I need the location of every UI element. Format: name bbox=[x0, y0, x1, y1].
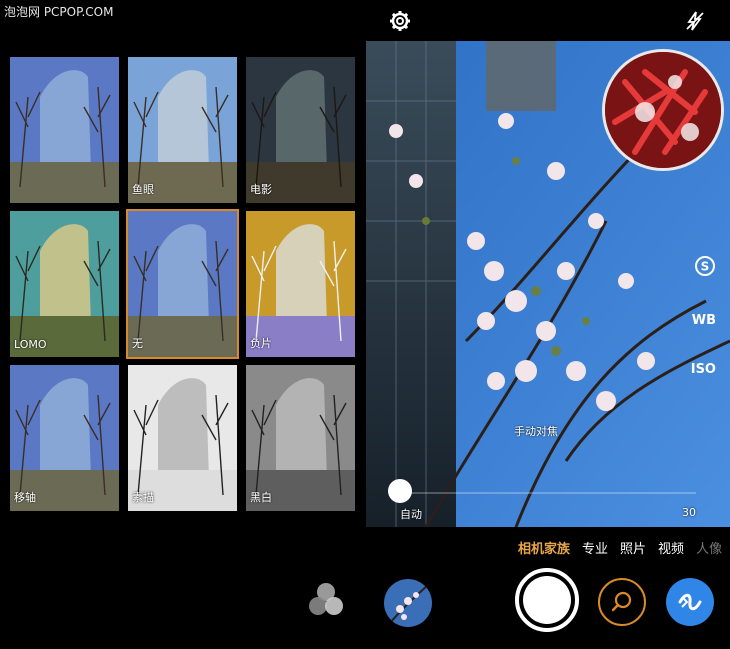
filter-label: LOMO bbox=[14, 338, 47, 351]
lens-search-icon[interactable] bbox=[598, 578, 646, 626]
filter-preview bbox=[128, 211, 237, 357]
mode-pro[interactable]: 专业 bbox=[582, 538, 608, 557]
manual-focus-label[interactable]: 手动对焦 bbox=[514, 423, 558, 439]
filter-tile[interactable]: 素描 bbox=[128, 365, 237, 511]
gallery-thumbnail[interactable] bbox=[384, 579, 432, 627]
side-tool-s-label: S bbox=[701, 260, 710, 274]
filter-label: 无 bbox=[132, 337, 143, 350]
mode-selector: 相机家族 专业 照片 视频 人像 bbox=[518, 538, 722, 557]
gear-icon[interactable] bbox=[387, 8, 413, 34]
filter-tile[interactable]: 移轴 bbox=[10, 365, 119, 511]
watermark: 泡泡网 PCPOP.COM bbox=[4, 5, 114, 19]
filter-tile[interactable]: 无 bbox=[126, 209, 239, 359]
filter-tile[interactable] bbox=[10, 57, 119, 203]
focus-slider-knob[interactable] bbox=[388, 479, 412, 503]
filter-tile[interactable]: 黑白 bbox=[246, 365, 355, 511]
auto-label: 自动 bbox=[400, 508, 422, 521]
flash-off-icon[interactable] bbox=[682, 8, 708, 34]
shutter-button[interactable] bbox=[515, 568, 579, 632]
filter-preview bbox=[10, 57, 119, 203]
white-balance-button[interactable]: WB bbox=[692, 313, 716, 328]
mode-photo[interactable]: 照片 bbox=[620, 538, 646, 557]
focus-magnifier bbox=[602, 49, 724, 171]
filter-circles-icon[interactable] bbox=[306, 580, 346, 620]
focus-scale-value: 30 bbox=[682, 506, 696, 519]
iso-button[interactable]: ISO bbox=[691, 362, 716, 377]
filter-tile[interactable]: 鱼眼 bbox=[128, 57, 237, 203]
filter-label: 黑白 bbox=[250, 491, 272, 504]
filter-preview bbox=[10, 211, 119, 357]
filter-label: 负片 bbox=[250, 337, 272, 350]
filter-tile[interactable]: LOMO bbox=[10, 211, 119, 357]
mode-video[interactable]: 视频 bbox=[658, 538, 684, 557]
filter-label: 素描 bbox=[132, 491, 154, 504]
viewfinder[interactable]: S WB ISO 手动对焦 自动 30 bbox=[366, 41, 730, 527]
mode-portrait[interactable]: 人像 bbox=[696, 538, 722, 557]
filter-grid: 鱼眼 电影 LOMO 无 负片移轴 素描 黑白 bbox=[10, 57, 355, 512]
shutter-speed-s-icon[interactable]: S bbox=[694, 255, 716, 281]
filter-tile[interactable]: 负片 bbox=[246, 211, 355, 357]
camera-switch-icon[interactable] bbox=[666, 578, 714, 626]
filter-label: 鱼眼 bbox=[132, 183, 154, 196]
filter-label: 电影 bbox=[250, 183, 272, 196]
mode-camera-family[interactable]: 相机家族 bbox=[518, 538, 570, 557]
filter-label: 移轴 bbox=[14, 491, 36, 504]
shutter-inner bbox=[523, 576, 571, 624]
filter-tile[interactable]: 电影 bbox=[246, 57, 355, 203]
